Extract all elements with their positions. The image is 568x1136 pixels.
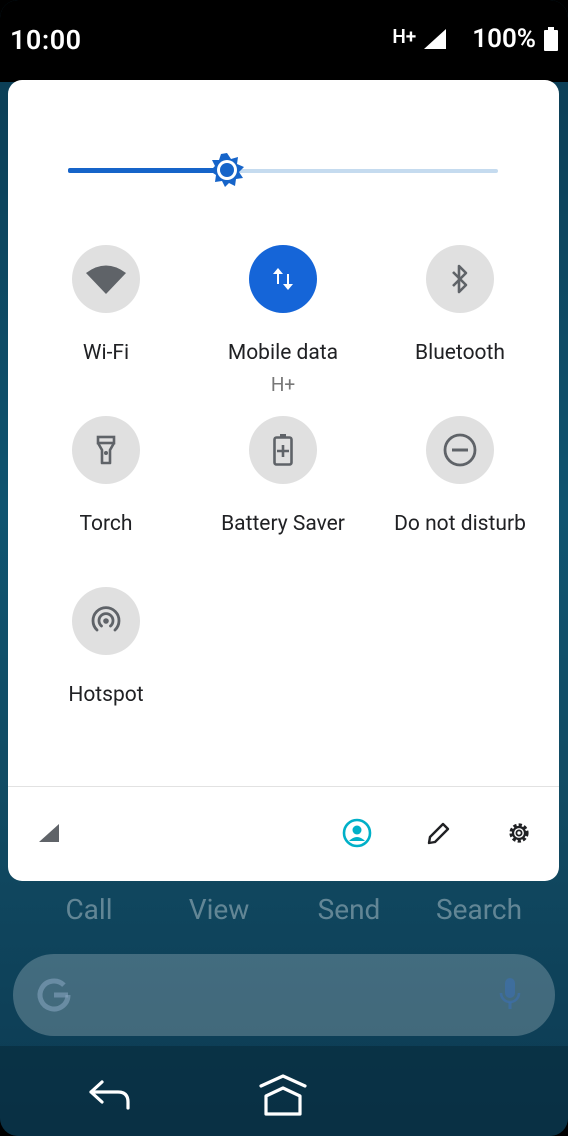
home-shortcuts: Call View Send Search: [0, 893, 568, 933]
tile-battery-saver[interactable]: Battery Saver: [193, 416, 373, 536]
mobile-data-sublabel: H+: [270, 373, 296, 396]
mobile-data-tile-button[interactable]: [249, 245, 317, 313]
home-icon[interactable]: [258, 1074, 308, 1122]
status-indicators: H+ 100%: [392, 24, 558, 54]
brightness-slider[interactable]: [68, 150, 498, 192]
hotspot-tile-button[interactable]: [72, 587, 140, 655]
torch-tile-button[interactable]: [72, 416, 140, 484]
mic-icon[interactable]: [497, 976, 523, 1018]
tile-do-not-disturb[interactable]: Do not disturb: [370, 416, 550, 536]
status-bar: 10:00 H+ 100%: [0, 0, 568, 82]
dnd-tile-button[interactable]: [426, 416, 494, 484]
torch-icon: [96, 435, 116, 465]
user-icon[interactable]: [342, 818, 372, 848]
tile-bluetooth[interactable]: Bluetooth: [370, 245, 550, 365]
tile-hotspot[interactable]: Hotspot: [16, 587, 196, 707]
shortcut-search[interactable]: Search: [414, 893, 544, 926]
settings-icon[interactable]: [504, 818, 534, 848]
battery-percent: 100%: [472, 24, 536, 54]
quick-settings-panel: Wi-Fi Mobile data H+ Bluetooth Torch Bat…: [8, 80, 559, 881]
google-search-bar[interactable]: [13, 954, 555, 1036]
navigation-bar: [0, 1046, 568, 1136]
signal-small-icon: [34, 818, 64, 848]
battery-saver-tile-button[interactable]: [249, 416, 317, 484]
google-icon: [35, 976, 73, 1018]
tile-mobile-data[interactable]: Mobile data H+: [193, 245, 373, 396]
shortcut-call[interactable]: Call: [24, 893, 154, 926]
bluetooth-icon: [452, 264, 468, 294]
tile-wifi[interactable]: Wi-Fi: [16, 245, 196, 365]
bluetooth-label: Bluetooth: [415, 341, 505, 365]
mobile-data-label: Mobile data: [227, 341, 339, 365]
hotspot-label: Hotspot: [68, 683, 144, 707]
wifi-icon: [86, 265, 126, 294]
tile-torch[interactable]: Torch: [16, 416, 196, 536]
wifi-label: Wi-Fi: [82, 341, 130, 365]
dnd-icon: [443, 433, 477, 467]
shortcut-send[interactable]: Send: [284, 893, 414, 926]
battery-saver-icon: [273, 434, 293, 466]
brightness-fill: [68, 168, 227, 173]
dnd-label: Do not disturb: [394, 512, 526, 536]
edit-icon[interactable]: [424, 818, 454, 848]
torch-label: Torch: [79, 512, 133, 536]
qs-footer-divider: [8, 786, 559, 787]
battery-icon: [544, 27, 558, 51]
hotspot-icon: [91, 606, 121, 632]
brightness-thumb-icon[interactable]: [208, 151, 246, 189]
back-icon[interactable]: [86, 1078, 132, 1116]
shortcut-view[interactable]: View: [154, 893, 284, 926]
status-time: 10:00: [10, 24, 82, 56]
battery-saver-label: Battery Saver: [221, 512, 345, 536]
phone-screen: 10:00 H+ 100% Wi-Fi Mobile data H+ Bluet…: [0, 0, 568, 1136]
bluetooth-tile-button[interactable]: [426, 245, 494, 313]
signal-icon: [424, 29, 447, 49]
mobile-data-icon: [273, 268, 293, 290]
network-type: H+: [392, 24, 417, 48]
wifi-tile-button[interactable]: [72, 245, 140, 313]
